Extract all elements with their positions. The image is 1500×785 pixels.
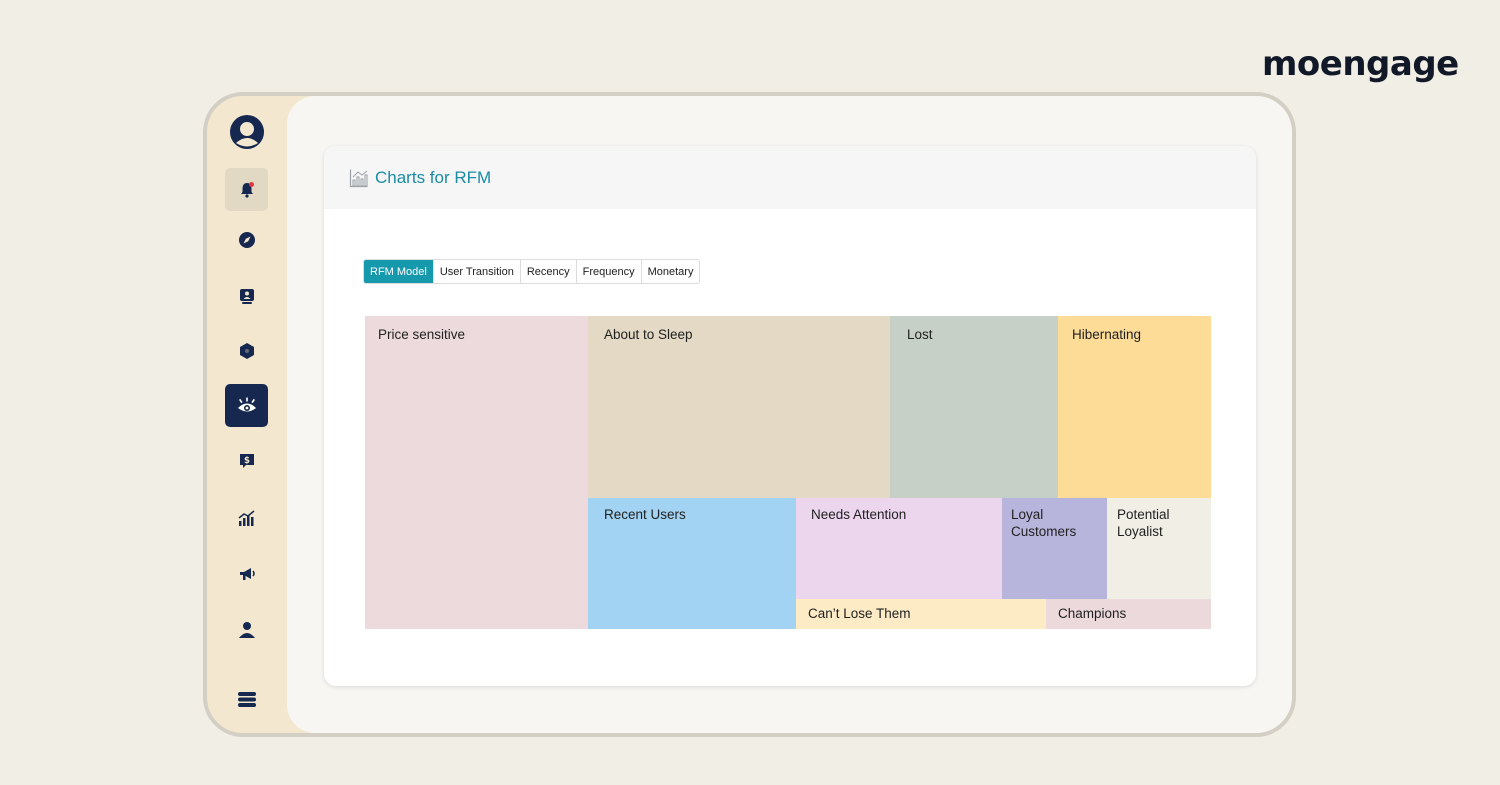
hexagon-icon: [239, 342, 254, 359]
sidebar-item-segments[interactable]: [225, 329, 268, 372]
main-content: Charts for RFM RFM Model User Transition…: [287, 96, 1292, 733]
tab-rfm-model[interactable]: RFM Model: [364, 260, 434, 283]
dollar-chat-icon: $: [239, 453, 254, 468]
segment-champions[interactable]: Champions: [1046, 599, 1211, 629]
segment-lost[interactable]: Lost: [890, 316, 1058, 498]
chart-icon: [349, 169, 368, 187]
megaphone-icon: [239, 567, 255, 580]
segment-label: Needs Attention: [811, 507, 907, 522]
segment-cant-lose-them[interactable]: Can’t Lose Them: [796, 599, 1046, 629]
database-icon: [237, 691, 256, 707]
device-frame: $ Charts for RFM RFM Model User Transiti…: [203, 92, 1296, 737]
tab-recency[interactable]: Recency: [521, 260, 577, 283]
sidebar-item-analytics[interactable]: [225, 496, 268, 539]
sidebar: $: [207, 96, 287, 733]
sidebar-item-revenue[interactable]: $: [225, 439, 268, 482]
segment-label: About to Sleep: [604, 327, 693, 342]
eye-icon: [237, 397, 256, 411]
avatar-icon: [230, 115, 264, 149]
segment-recent-users[interactable]: Recent Users: [588, 498, 796, 629]
sidebar-item-explore[interactable]: [225, 218, 268, 261]
tab-monetary[interactable]: Monetary: [642, 260, 700, 283]
segment-label: Champions: [1058, 606, 1127, 621]
segment-label: Potential Loyalist: [1117, 507, 1170, 539]
moengage-logo: moengage: [1262, 44, 1459, 84]
bell-icon: [240, 181, 254, 198]
id-badge-icon: [239, 288, 254, 304]
rfm-chart-panel: Charts for RFM RFM Model User Transition…: [324, 146, 1256, 686]
segment-needs-attention[interactable]: Needs Attention: [796, 498, 1002, 599]
tab-user-transition[interactable]: User Transition: [434, 260, 521, 283]
chart-tabs: RFM Model User Transition Recency Freque…: [363, 259, 701, 284]
sidebar-item-insights[interactable]: [225, 384, 268, 427]
segment-label: Loyal Customers: [1011, 507, 1077, 539]
segment-loyal-customers[interactable]: Loyal Customers: [1002, 498, 1107, 599]
segment-about-to-sleep[interactable]: About to Sleep: [588, 316, 890, 498]
panel-title: Charts for RFM: [375, 167, 492, 187]
segment-potential-loyalist[interactable]: Potential Loyalist: [1107, 498, 1211, 599]
segment-hibernating[interactable]: Hibernating: [1058, 316, 1211, 498]
segment-price-sensitive[interactable]: Price sensitive: [365, 316, 588, 629]
segment-label: Can’t Lose Them: [808, 606, 911, 621]
panel-header: Charts for RFM: [324, 146, 1256, 209]
rfm-treemap: Price sensitive About to Sleep Lost Hibe…: [365, 316, 1211, 629]
sidebar-item-users[interactable]: [225, 608, 268, 651]
user-icon: [238, 621, 255, 638]
segment-label: Hibernating: [1072, 327, 1142, 342]
sidebar-item-notifications[interactable]: [225, 168, 268, 211]
segment-label: Price sensitive: [378, 327, 466, 342]
tab-frequency[interactable]: Frequency: [577, 260, 642, 283]
sidebar-item-data[interactable]: [225, 677, 268, 720]
segment-label: Recent Users: [604, 507, 686, 522]
compass-icon: [238, 231, 255, 248]
sidebar-item-profile-card[interactable]: [225, 274, 268, 317]
avatar[interactable]: [229, 114, 265, 150]
segment-label: Lost: [907, 327, 933, 342]
bar-chart-icon: [238, 509, 254, 526]
sidebar-item-campaigns[interactable]: [225, 552, 268, 595]
svg-text:$: $: [244, 456, 250, 466]
